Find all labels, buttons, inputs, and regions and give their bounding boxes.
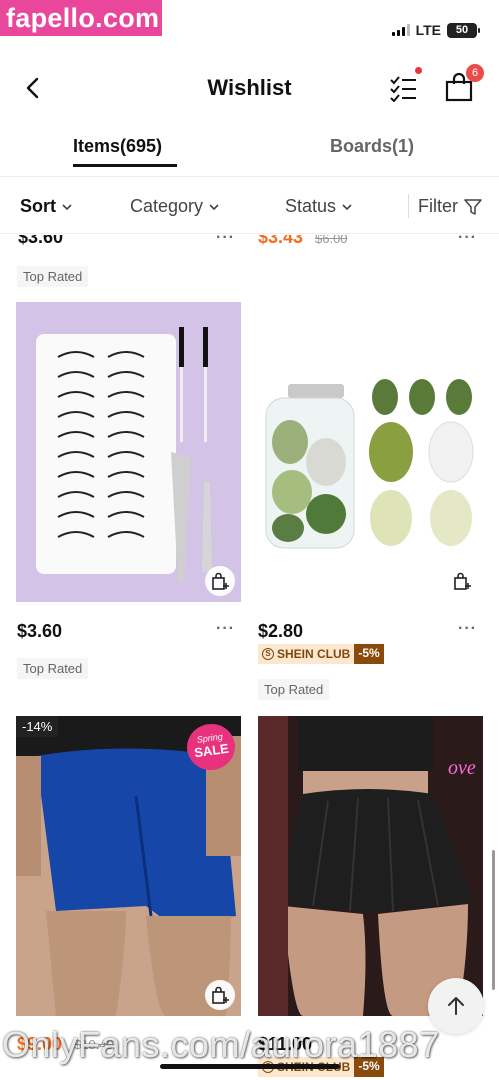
page-title: Wishlist bbox=[207, 75, 292, 100]
category-label: Category bbox=[130, 196, 204, 216]
more-options-button[interactable]: ··· bbox=[458, 229, 477, 247]
add-to-cart-button[interactable] bbox=[205, 980, 235, 1010]
chevron-down-icon bbox=[62, 203, 72, 210]
club-discount: -5% bbox=[354, 644, 384, 664]
divider bbox=[408, 194, 409, 218]
status-dropdown[interactable]: Status bbox=[285, 196, 352, 217]
signal-icon bbox=[391, 24, 410, 36]
filter-bar: Sort Category Status Filter bbox=[0, 176, 499, 234]
discount-badge: -14% bbox=[16, 716, 59, 737]
add-to-bag-icon bbox=[212, 986, 229, 1004]
product-image[interactable] bbox=[16, 302, 241, 602]
club-label: SHEIN CLUB bbox=[277, 647, 351, 661]
home-indicator bbox=[160, 1064, 340, 1069]
filter-label: Filter bbox=[418, 196, 458, 216]
shein-club-badge: SSHEIN CLUB -5% bbox=[258, 644, 384, 664]
product-price: $2.80 bbox=[258, 621, 304, 641]
chevron-down-icon bbox=[342, 203, 352, 210]
watermark-logo: fapello.com bbox=[0, 0, 162, 36]
watermark-text: OnlyFans.com/aurora1887 bbox=[2, 1024, 440, 1065]
more-options-button[interactable]: ··· bbox=[216, 229, 235, 247]
club-icon: S bbox=[262, 648, 274, 660]
filter-funnel-icon bbox=[464, 198, 482, 215]
network-label: LTE bbox=[415, 22, 441, 38]
chevron-down-icon bbox=[209, 203, 219, 210]
status-bar: LTE 50 bbox=[391, 20, 480, 40]
filter-button[interactable]: Filter bbox=[418, 196, 482, 217]
checklist-icon[interactable] bbox=[389, 74, 417, 102]
sort-dropdown[interactable]: Sort bbox=[20, 196, 72, 217]
notification-dot bbox=[415, 67, 422, 74]
product-image[interactable]: ove bbox=[258, 716, 483, 1016]
add-to-bag-icon bbox=[212, 572, 229, 590]
sort-label: Sort bbox=[20, 196, 56, 216]
top-rated-tag: Top Rated bbox=[17, 266, 89, 287]
pleated-skirt-illustration: ove bbox=[258, 716, 476, 1016]
top-rated-tag: Top Rated bbox=[258, 679, 330, 700]
scrollbar[interactable] bbox=[492, 850, 495, 990]
tab-boards[interactable]: Boards(1) bbox=[330, 136, 414, 157]
tab-items[interactable]: Items(695) bbox=[73, 136, 162, 157]
more-options-button[interactable]: ··· bbox=[458, 620, 477, 638]
arrow-up-icon bbox=[448, 997, 464, 1015]
more-options-button[interactable]: ··· bbox=[216, 620, 235, 638]
battery-icon: 50 bbox=[447, 22, 480, 38]
svg-text:ove: ove bbox=[448, 757, 476, 779]
add-to-cart-button[interactable] bbox=[447, 566, 477, 596]
cart-count-badge: 6 bbox=[466, 64, 484, 82]
add-to-cart-button[interactable] bbox=[205, 566, 235, 596]
status-label: Status bbox=[285, 196, 337, 216]
product-image[interactable]: -14% Spring SALE bbox=[16, 716, 241, 1016]
add-to-bag-icon bbox=[454, 572, 471, 590]
header: Wishlist 6 bbox=[0, 62, 499, 114]
lash-kit-illustration bbox=[36, 327, 212, 582]
top-rated-tag: Top Rated bbox=[17, 658, 89, 679]
tab-active-indicator bbox=[73, 164, 177, 167]
sponge-set-illustration bbox=[265, 379, 474, 549]
tab-bar: Items(695) Boards(1) bbox=[0, 128, 499, 174]
product-image[interactable] bbox=[258, 302, 483, 602]
category-dropdown[interactable]: Category bbox=[130, 196, 219, 217]
product-price: $3.60 bbox=[17, 621, 63, 641]
